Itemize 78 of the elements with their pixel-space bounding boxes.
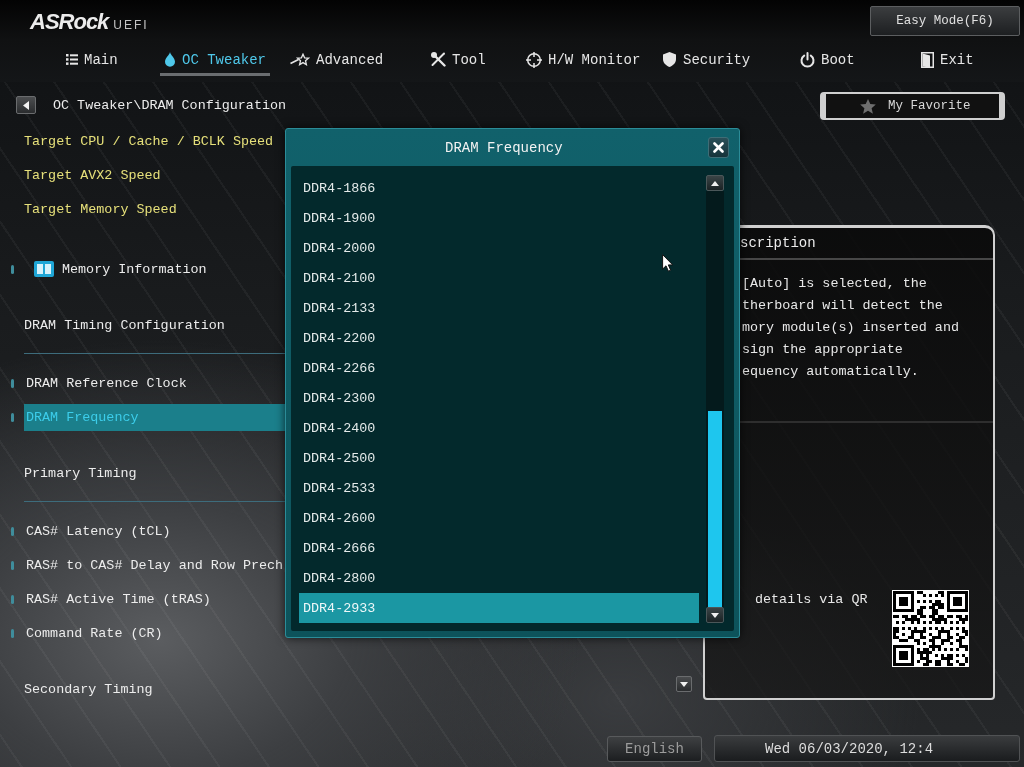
item-marker-icon	[11, 378, 14, 388]
close-icon	[713, 142, 724, 153]
description-text: therboard will detect the	[742, 297, 943, 315]
uefi-label: UEFI	[113, 18, 149, 32]
favorite-button[interactable]: My Favorite	[820, 92, 1005, 120]
tab[interactable]: Exit	[917, 46, 978, 76]
down-triangle-icon	[711, 612, 719, 618]
power-icon	[800, 51, 815, 68]
info-label: Target AVX2 Speed	[24, 167, 161, 183]
dropdown-option[interactable]: DDR4-2666	[299, 533, 699, 563]
section-heading: DRAM Timing Configuration	[24, 317, 225, 333]
description-text: [Auto] is selected, the	[742, 275, 927, 293]
easy-mode-button[interactable]: Easy Mode(F6)	[870, 6, 1020, 36]
tab[interactable]: Boot	[796, 46, 859, 76]
description-text: equency automatically.	[742, 363, 919, 381]
tab[interactable]: Tool	[427, 46, 490, 76]
dual-panel-icon	[34, 261, 54, 277]
left-triangle-icon	[23, 100, 29, 110]
dropdown-option[interactable]: DDR4-2533	[299, 473, 699, 503]
item-marker-icon	[11, 628, 14, 638]
back-button[interactable]	[16, 96, 36, 114]
submenu-item[interactable]: Memory Information	[32, 255, 209, 283]
dropdown-option[interactable]: DDR4-2800	[299, 563, 699, 593]
section-heading: Secondary Timing	[24, 681, 153, 697]
dropdown-option[interactable]: DDR4-2400	[299, 413, 699, 443]
section-heading: Primary Timing	[24, 465, 137, 481]
info-label: Target CPU / Cache / BCLK Speed	[24, 133, 274, 149]
star-icon	[290, 52, 310, 67]
setting-item[interactable]: CAS# Latency (tCL)	[24, 517, 173, 545]
item-marker-icon	[11, 594, 14, 604]
dialog-title: DRAM Frequency	[445, 139, 563, 156]
setting-item[interactable]: RAS# Active Time (tRAS)	[24, 585, 213, 613]
setting-item[interactable]: RAS# to CAS# Delay and Row Prech	[24, 551, 286, 579]
scrollbar-thumb[interactable]	[708, 411, 722, 607]
setting-item[interactable]: Command Rate (CR)	[24, 619, 165, 647]
list-icon	[66, 54, 78, 65]
scroll-up-button[interactable]	[706, 175, 724, 191]
dropdown-option[interactable]: DDR4-2266	[299, 353, 699, 383]
description-title: scription	[740, 235, 816, 251]
dropdown-option[interactable]: DDR4-2133	[299, 293, 699, 323]
qr-caption: details via QR	[755, 592, 868, 607]
flame-icon	[164, 52, 176, 67]
item-marker-icon	[11, 264, 14, 274]
datetime-display: Wed 06/03/2020, 12:4	[714, 735, 1020, 762]
up-triangle-icon	[711, 180, 719, 186]
item-marker-icon	[11, 560, 14, 570]
brand-logo: ASRock	[30, 9, 109, 35]
tab[interactable]: Advanced	[286, 46, 388, 76]
tab[interactable]: OC Tweaker	[160, 46, 270, 76]
mouse-pointer-icon	[662, 254, 673, 272]
breadcrumb: OC Tweaker\DRAM Configuration	[53, 97, 287, 113]
item-marker-icon	[11, 412, 14, 422]
description-text: mory module(s) inserted and	[742, 319, 959, 337]
dropdown-option[interactable]: DDR4-2100	[299, 263, 699, 293]
dropdown-option[interactable]: DDR4-2500	[299, 443, 699, 473]
crosshair-icon	[526, 51, 542, 68]
scroll-down-button[interactable]	[676, 676, 692, 692]
info-label: Target Memory Speed	[24, 201, 177, 217]
close-button[interactable]	[708, 137, 729, 158]
tab[interactable]: Security	[658, 46, 755, 76]
dropdown-option[interactable]: DDR4-2000	[299, 233, 699, 263]
scroll-down-button[interactable]	[706, 607, 724, 623]
star-icon	[860, 98, 876, 114]
door-icon	[921, 51, 934, 68]
dropdown-option[interactable]: DDR4-2200	[299, 323, 699, 353]
description-text: sign the appropriate	[742, 341, 903, 359]
language-button[interactable]: English	[607, 735, 702, 762]
tab[interactable]: Main	[62, 46, 122, 76]
tools-icon	[431, 52, 446, 67]
dropdown-option[interactable]: DDR4-1900	[299, 203, 699, 233]
dropdown-option[interactable]: DDR4-2300	[299, 383, 699, 413]
dropdown-option[interactable]: DDR4-2600	[299, 503, 699, 533]
tab[interactable]: H/W Monitor	[522, 46, 645, 76]
down-triangle-icon	[680, 681, 688, 687]
shield-icon	[662, 52, 677, 67]
setting-item[interactable]: DRAM Reference Clock	[24, 369, 189, 397]
dropdown-option[interactable]: DDR4-1866	[299, 173, 699, 203]
item-marker-icon	[11, 526, 14, 536]
